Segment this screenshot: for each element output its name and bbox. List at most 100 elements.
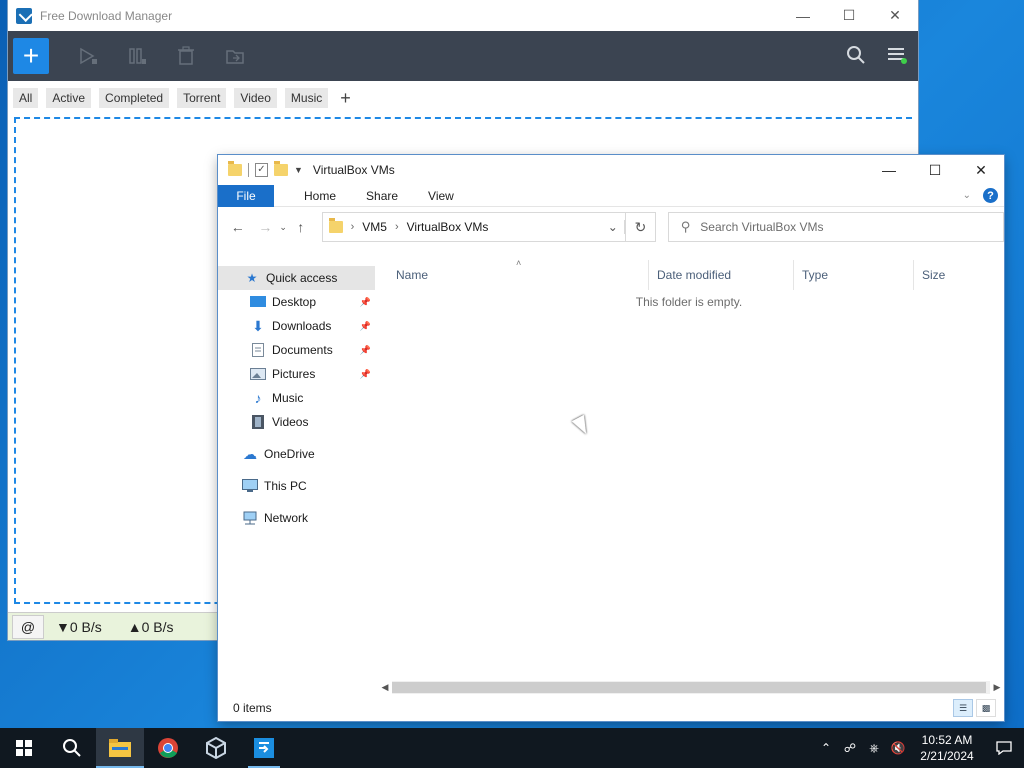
- filter-music[interactable]: Music: [284, 88, 329, 108]
- back-arrow-icon[interactable]: ←: [227, 219, 249, 235]
- notification-icon[interactable]: [984, 741, 1024, 755]
- nav-quick-access[interactable]: ★ Quick access: [218, 266, 375, 290]
- minimize-button[interactable]: —: [866, 155, 912, 185]
- column-label: Date modified: [657, 268, 732, 282]
- pause-icon[interactable]: [127, 46, 147, 66]
- column-label: Name: [396, 268, 429, 282]
- scroll-left-icon[interactable]: ◀: [378, 682, 392, 693]
- chrome-icon: [158, 738, 178, 758]
- add-filter-button[interactable]: +: [336, 88, 355, 109]
- chevron-right-icon[interactable]: ›: [351, 221, 355, 233]
- search-icon[interactable]: [846, 45, 866, 68]
- recent-locations-icon[interactable]: ⌄: [276, 222, 290, 233]
- filter-active[interactable]: Active: [46, 88, 92, 108]
- scroll-right-icon[interactable]: ▶: [990, 682, 1004, 693]
- up-arrow-icon[interactable]: ↑: [290, 219, 312, 235]
- taskbar-virtualbox[interactable]: [192, 728, 240, 768]
- navigation-pane: ★ Quick access Desktop 📌 ⬇ Downloads 📌 D…: [218, 260, 375, 680]
- pin-icon[interactable]: 📌: [360, 369, 371, 380]
- pin-icon[interactable]: 📌: [360, 345, 371, 356]
- minimize-button[interactable]: —: [780, 0, 826, 31]
- nav-downloads[interactable]: ⬇ Downloads 📌: [218, 314, 375, 338]
- forward-arrow-icon[interactable]: →: [255, 219, 277, 235]
- nav-documents[interactable]: Documents 📌: [218, 338, 375, 362]
- filter-torrent[interactable]: Torrent: [177, 88, 227, 108]
- chevron-up-icon[interactable]: ⌃: [814, 741, 838, 755]
- pin-icon[interactable]: 📌: [360, 297, 371, 308]
- taskbar-fdm[interactable]: [240, 728, 288, 768]
- security-icon[interactable]: ☍: [838, 741, 862, 755]
- nav-desktop[interactable]: Desktop 📌: [218, 290, 375, 314]
- tab-share[interactable]: Share: [366, 189, 398, 203]
- taskbar-file-explorer[interactable]: [96, 728, 144, 768]
- delete-icon[interactable]: [176, 46, 196, 66]
- volume-muted-icon[interactable]: 🔇: [886, 741, 910, 755]
- nav-music[interactable]: ♪ Music: [218, 386, 375, 410]
- add-download-button[interactable]: +: [13, 38, 49, 74]
- nav-pictures[interactable]: Pictures 📌: [218, 362, 375, 386]
- properties-icon[interactable]: ✓: [255, 163, 268, 177]
- resume-icon[interactable]: [78, 46, 98, 66]
- filter-completed[interactable]: Completed: [99, 88, 170, 108]
- nav-onedrive[interactable]: ☁ OneDrive: [218, 442, 375, 466]
- pin-icon[interactable]: 📌: [360, 321, 371, 332]
- column-size[interactable]: Size: [913, 260, 993, 290]
- new-folder-icon[interactable]: [274, 161, 288, 176]
- breadcrumb-vm5[interactable]: VM5: [362, 220, 387, 234]
- column-type[interactable]: Type: [793, 260, 913, 290]
- breadcrumb-virtualbox-vms[interactable]: VirtualBox VMs: [407, 220, 489, 234]
- network-status-icon[interactable]: ⎈: [862, 741, 886, 756]
- snail-mode-icon[interactable]: @: [12, 614, 44, 639]
- address-bar[interactable]: › VM5 › VirtualBox VMs ⌄: [321, 212, 627, 242]
- close-button[interactable]: ✕: [872, 0, 918, 31]
- tab-file[interactable]: File: [218, 184, 274, 207]
- search-button[interactable]: [48, 728, 96, 768]
- horizontal-scrollbar[interactable]: ◀ ▶: [378, 679, 1004, 696]
- explorer-body: ★ Quick access Desktop 📌 ⬇ Downloads 📌 D…: [218, 258, 1004, 680]
- nav-this-pc[interactable]: This PC: [218, 474, 375, 498]
- chevron-down-icon[interactable]: ⌄: [601, 220, 626, 234]
- item-count: 0 items: [233, 701, 272, 715]
- clock[interactable]: 10:52 AM 2/21/2024: [910, 732, 984, 764]
- column-label: Size: [922, 268, 946, 282]
- refresh-icon[interactable]: ↻: [626, 212, 656, 242]
- column-headers: Name ˄ Date modified Type Size: [375, 258, 1004, 290]
- details-view-icon[interactable]: ☰: [953, 699, 973, 717]
- file-list[interactable]: Name ˄ Date modified Type Size This fold…: [375, 258, 1004, 680]
- star-icon: ★: [246, 271, 258, 285]
- tab-view[interactable]: View: [428, 189, 454, 203]
- help-icon[interactable]: ?: [983, 188, 998, 203]
- maximize-button[interactable]: ☐: [826, 0, 872, 31]
- tab-home[interactable]: Home: [304, 189, 336, 203]
- address-row: ← → ⌄ ↑ › VM5 › VirtualBox VMs ⌄ ↻ ⚲ Sea…: [218, 207, 1004, 247]
- expand-ribbon-icon[interactable]: ⌄: [963, 190, 971, 201]
- scrollbar-thumb[interactable]: [392, 682, 986, 693]
- desktop-icon: [250, 295, 266, 309]
- column-name[interactable]: Name ˄: [375, 258, 648, 290]
- filter-all[interactable]: All: [13, 88, 39, 108]
- chevron-right-icon[interactable]: ›: [395, 221, 399, 233]
- fdm-app-icon: [16, 7, 32, 24]
- maximize-button[interactable]: ☐: [912, 155, 958, 185]
- music-note-icon: ♪: [254, 390, 262, 406]
- filter-video[interactable]: Video: [234, 88, 277, 108]
- menu-icon[interactable]: [886, 44, 908, 69]
- taskbar: ⌃ ☍ ⎈ 🔇 10:52 AM 2/21/2024: [0, 728, 1024, 768]
- nav-label: Videos: [272, 415, 309, 429]
- close-button[interactable]: ✕: [958, 155, 1004, 185]
- nav-label: OneDrive: [264, 447, 315, 461]
- film-icon: [250, 415, 266, 429]
- chevron-down-icon[interactable]: ▼: [294, 165, 303, 175]
- search-icon: ⚲: [680, 219, 691, 234]
- start-button[interactable]: [0, 728, 48, 768]
- nav-label: Desktop: [272, 295, 317, 309]
- nav-network[interactable]: Network: [218, 506, 375, 530]
- large-icons-view-icon[interactable]: ▩: [976, 699, 996, 717]
- column-date-modified[interactable]: Date modified: [648, 260, 793, 290]
- column-label: Type: [802, 268, 829, 282]
- move-folder-icon[interactable]: [225, 46, 245, 66]
- clock-time: 10:52 AM: [921, 733, 973, 747]
- search-input[interactable]: ⚲ Search VirtualBox VMs: [667, 212, 1004, 242]
- nav-videos[interactable]: Videos: [218, 410, 375, 434]
- taskbar-chrome[interactable]: [144, 728, 192, 768]
